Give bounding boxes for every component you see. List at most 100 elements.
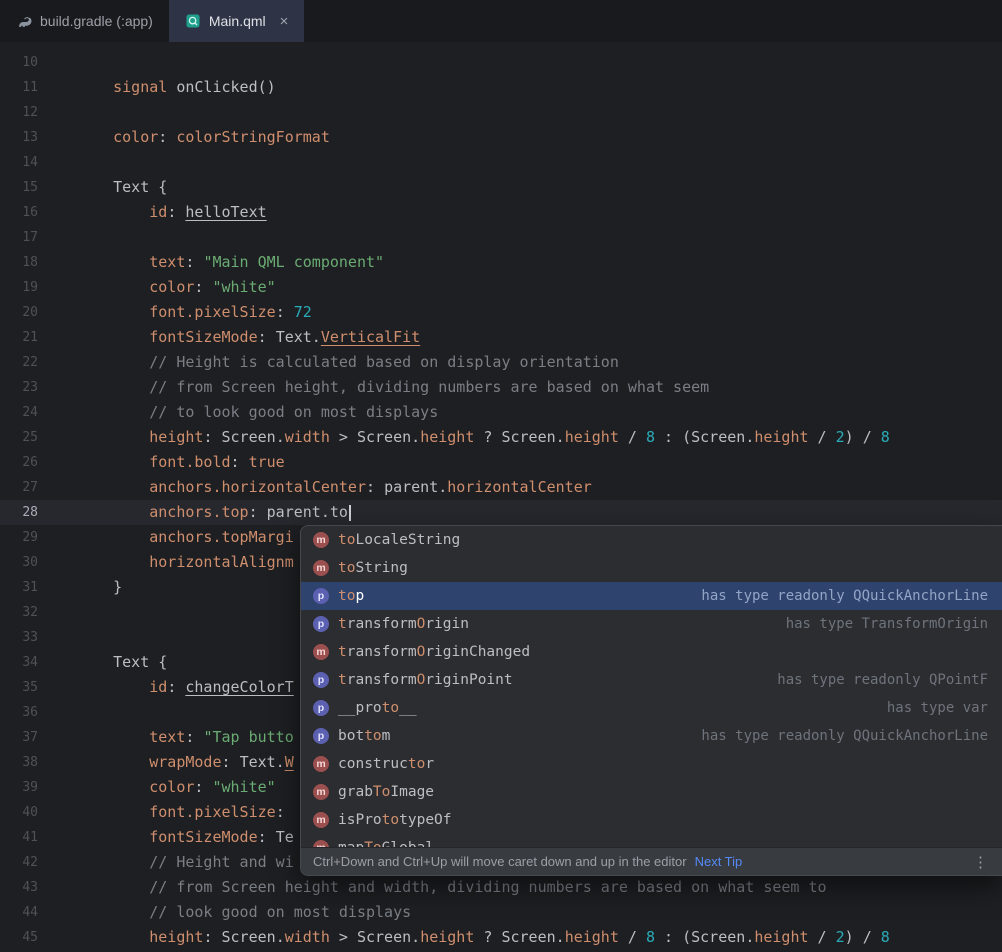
method-icon: m bbox=[313, 560, 329, 576]
property-icon: p bbox=[313, 616, 329, 632]
completion-item[interactable]: mmapToGlobal bbox=[301, 834, 1002, 847]
method-icon: m bbox=[313, 756, 329, 772]
next-tip-link[interactable]: Next Tip bbox=[695, 854, 743, 869]
code-line-43[interactable]: 43 // from Screen height and width, divi… bbox=[0, 875, 1002, 900]
line-number: 23 bbox=[0, 375, 38, 400]
code-text: font.pixelSize: bbox=[77, 800, 294, 825]
completion-item[interactable]: ptransformOriginPointhas type readonly Q… bbox=[301, 666, 1002, 694]
code-line-25[interactable]: 25 height: Screen.width > Screen.height … bbox=[0, 425, 1002, 450]
completion-type-hint: has type readonly QQuickAnchorLine bbox=[701, 588, 988, 604]
completion-item[interactable]: p__proto__has type var bbox=[301, 694, 1002, 722]
line-number: 24 bbox=[0, 400, 38, 425]
code-line-21[interactable]: 21 fontSizeMode: Text.VerticalFit bbox=[0, 325, 1002, 350]
code-line-15[interactable]: 15 Text { bbox=[0, 175, 1002, 200]
code-text: anchors.top: parent.to bbox=[77, 500, 351, 525]
method-icon: m bbox=[313, 644, 329, 660]
line-number: 15 bbox=[0, 175, 38, 200]
more-options-icon[interactable]: ⋮ bbox=[971, 853, 990, 871]
completion-item[interactable]: mconstructor bbox=[301, 750, 1002, 778]
qml-file-icon bbox=[185, 13, 201, 29]
code-text: Text { bbox=[77, 650, 167, 675]
code-text: color: colorStringFormat bbox=[77, 125, 330, 150]
line-number: 37 bbox=[0, 725, 38, 750]
line-number: 10 bbox=[0, 50, 38, 75]
method-icon: m bbox=[313, 532, 329, 548]
code-line-18[interactable]: 18 text: "Main QML component" bbox=[0, 250, 1002, 275]
code-text: // Height is calculated based on display… bbox=[77, 350, 619, 375]
line-number: 41 bbox=[0, 825, 38, 850]
code-text: anchors.topMargi bbox=[77, 525, 294, 550]
completion-item[interactable]: misPrototypeOf bbox=[301, 806, 1002, 834]
code-text: // from Screen height, dividing numbers … bbox=[77, 375, 709, 400]
code-line-14[interactable]: 14 bbox=[0, 150, 1002, 175]
tab-main-qml[interactable]: Main.qml × bbox=[169, 0, 305, 42]
code-line-24[interactable]: 24 // to look good on most displays bbox=[0, 400, 1002, 425]
code-text: font.bold: true bbox=[77, 450, 285, 475]
completion-item[interactable]: m toLocaleString bbox=[301, 526, 1002, 554]
code-line-27[interactable]: 27 anchors.horizontalCenter: parent.hori… bbox=[0, 475, 1002, 500]
code-line-13[interactable]: 13 color: colorStringFormat bbox=[0, 125, 1002, 150]
code-text: color: "white" bbox=[77, 275, 276, 300]
completion-label: transformOrigin bbox=[338, 616, 469, 632]
line-number: 30 bbox=[0, 550, 38, 575]
completion-list: mtoLocaleStringmtoStringptophas type rea… bbox=[301, 526, 1002, 847]
completion-item[interactable]: mtransformOriginChanged bbox=[301, 638, 1002, 666]
completion-tip-bar: Ctrl+Down and Ctrl+Up will move caret do… bbox=[301, 847, 1002, 875]
property-icon: p bbox=[313, 672, 329, 688]
code-text: horizontalAlignm bbox=[77, 550, 294, 575]
completion-item[interactable]: ptop has type readonly QQuickAnchorLine bbox=[301, 582, 1002, 610]
line-number: 38 bbox=[0, 750, 38, 775]
code-text: height: Screen.width > Screen.height ? S… bbox=[77, 925, 890, 950]
line-number: 34 bbox=[0, 650, 38, 675]
line-number: 14 bbox=[0, 150, 38, 175]
code-line-17[interactable]: 17 bbox=[0, 225, 1002, 250]
line-number: 32 bbox=[0, 600, 38, 625]
completion-label: grabToImage bbox=[338, 784, 434, 800]
property-icon: p bbox=[313, 728, 329, 744]
completion-type-hint: has type TransformOrigin bbox=[786, 616, 988, 632]
close-tab-icon[interactable]: × bbox=[280, 14, 289, 29]
line-number: 19 bbox=[0, 275, 38, 300]
ide-window: build.gradle (:app) Main.qml × 1011 signal… bbox=[0, 0, 1002, 952]
code-line-10[interactable]: 10 bbox=[0, 50, 1002, 75]
editor-tab-bar: build.gradle (:app) Main.qml × bbox=[0, 0, 1002, 42]
line-number: 18 bbox=[0, 250, 38, 275]
completion-item[interactable]: pbottomhas type readonly QQuickAnchorLin… bbox=[301, 722, 1002, 750]
line-number: 26 bbox=[0, 450, 38, 475]
code-text: text: "Tap butto bbox=[77, 725, 294, 750]
code-line-12[interactable]: 12 bbox=[0, 100, 1002, 125]
line-number: 20 bbox=[0, 300, 38, 325]
completion-item[interactable]: p transformOrigin has type TransformOrigin bbox=[301, 610, 1002, 638]
code-line-28[interactable]: 28 anchors.top: parent.to bbox=[0, 500, 1002, 525]
tab-build-gradle-app[interactable]: build.gradle (:app) bbox=[0, 0, 169, 42]
line-number: 28 bbox=[0, 500, 38, 525]
line-number: 21 bbox=[0, 325, 38, 350]
line-number: 13 bbox=[0, 125, 38, 150]
code-line-23[interactable]: 23 // from Screen height, dividing numbe… bbox=[0, 375, 1002, 400]
code-line-11[interactable]: 11 signal onClicked() bbox=[0, 75, 1002, 100]
completion-label: top bbox=[338, 588, 364, 604]
code-line-20[interactable]: 20 font.pixelSize: 72 bbox=[0, 300, 1002, 325]
code-line-26[interactable]: 26 font.bold: true bbox=[0, 450, 1002, 475]
line-number: 40 bbox=[0, 800, 38, 825]
completion-type-hint: has type readonly QPointF bbox=[777, 672, 988, 688]
code-text: } bbox=[77, 575, 122, 600]
code-line-22[interactable]: 22 // Height is calculated based on disp… bbox=[0, 350, 1002, 375]
property-icon: p bbox=[313, 588, 329, 604]
gradle-file-icon bbox=[16, 13, 32, 29]
code-text: id: helloText bbox=[77, 200, 267, 225]
code-editor[interactable]: 1011 signal onClicked()1213 color: color… bbox=[0, 42, 1002, 952]
code-line-16[interactable]: 16 id: helloText bbox=[0, 200, 1002, 225]
code-line-45[interactable]: 45 height: Screen.width > Screen.height … bbox=[0, 925, 1002, 950]
code-text: id: changeColorT bbox=[77, 675, 294, 700]
completion-item[interactable]: mgrabToImage bbox=[301, 778, 1002, 806]
tip-text: Ctrl+Down and Ctrl+Up will move caret do… bbox=[313, 854, 687, 869]
completion-label: toLocaleString bbox=[338, 532, 460, 548]
completion-item[interactable]: mtoString bbox=[301, 554, 1002, 582]
code-line-44[interactable]: 44 // look good on most displays bbox=[0, 900, 1002, 925]
line-number: 25 bbox=[0, 425, 38, 450]
property-icon: p bbox=[313, 700, 329, 716]
code-line-19[interactable]: 19 color: "white" bbox=[0, 275, 1002, 300]
tab-label: Main.qml bbox=[209, 13, 266, 29]
completion-label: mapToGlobal bbox=[338, 840, 434, 847]
